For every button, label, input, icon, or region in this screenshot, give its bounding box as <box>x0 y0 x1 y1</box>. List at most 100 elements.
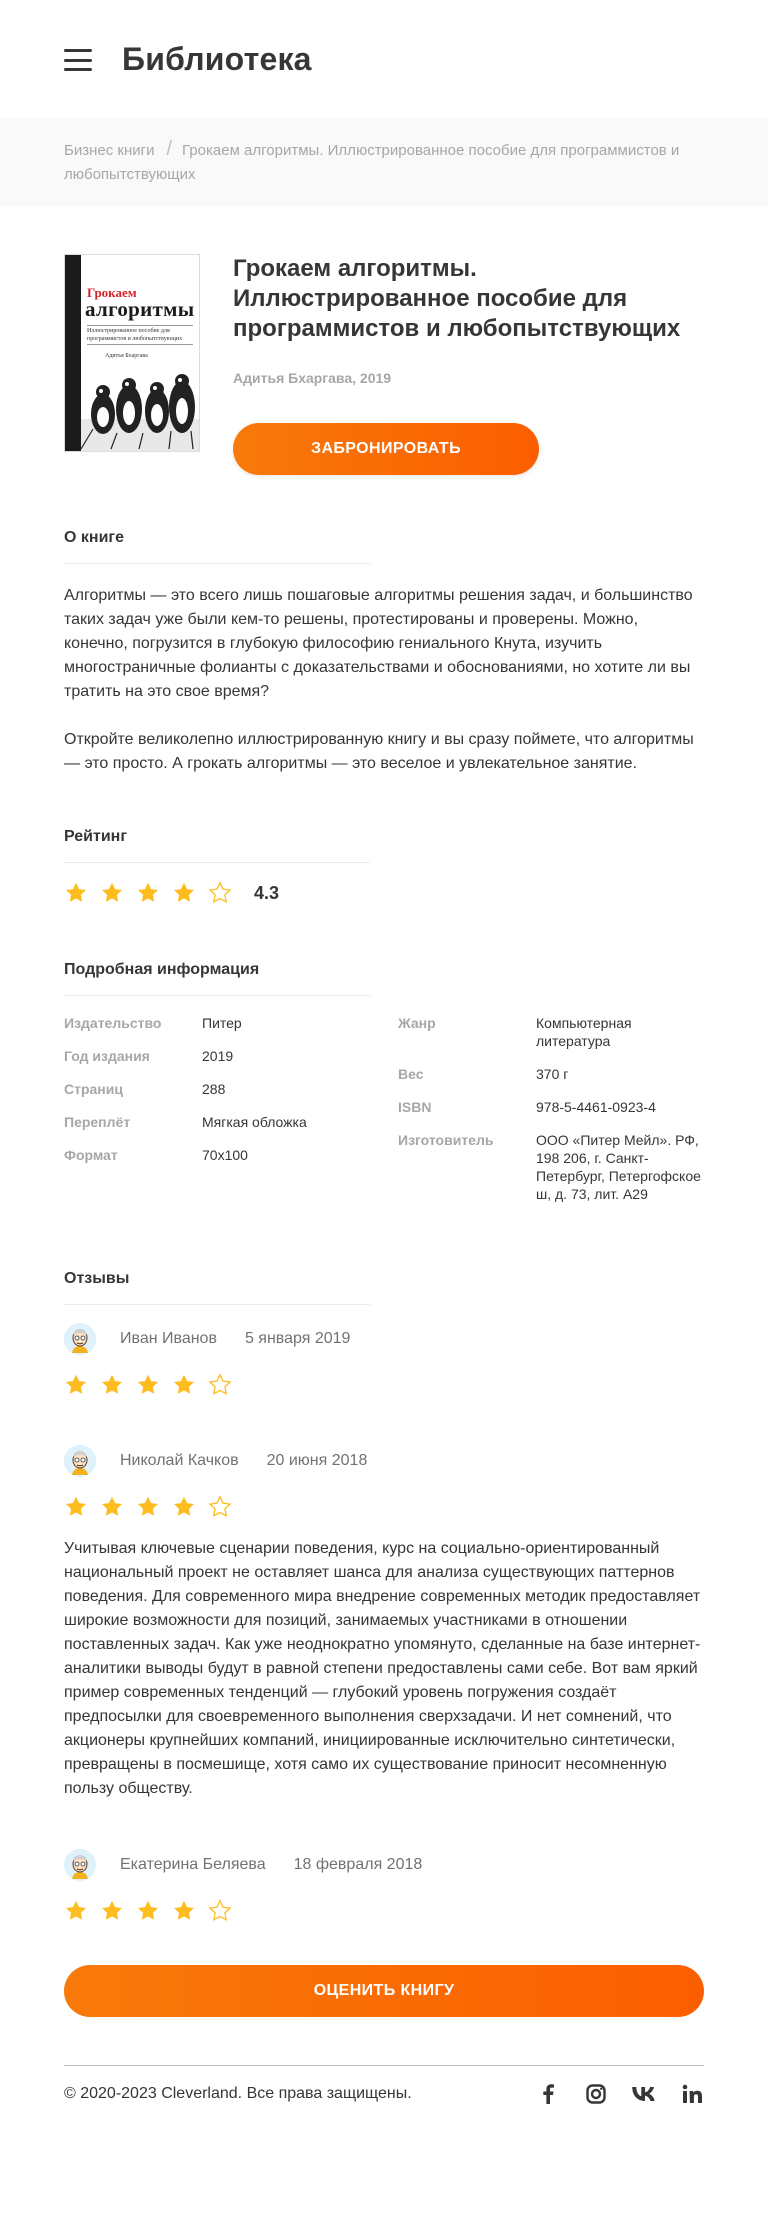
cover-subtitle: Иллюстрированное пособие для программист… <box>87 325 193 345</box>
detail-key: ISBN <box>398 1099 432 1115</box>
rating-title: Рейтинг <box>64 828 128 845</box>
book-author-year: Адитья Бхаргава, 2019 <box>233 370 392 386</box>
book-page: Библиотека Бизнес книги / Грокаем алгоритм… <box>0 0 768 2222</box>
detail-key: Формат <box>64 1147 118 1163</box>
user-face-icon <box>64 1323 96 1355</box>
review-date: 18 февраля 2018 <box>293 1856 423 1873</box>
detail-key: Страниц <box>64 1081 123 1097</box>
detail-row-isbn: ISBN 978-5-4461-0923-4 <box>398 1098 704 1116</box>
book-title: Грокаем алгоритмы. Иллюстрированное посо… <box>233 255 681 342</box>
review-header: Николай Качков 20 июня 2018 <box>64 1445 704 1477</box>
avatar <box>64 1323 96 1355</box>
review-text: Учитывая ключевые сценарии поведения, ку… <box>64 1540 701 1797</box>
details-left-column: Издательство Питер Год издания 2019 Страни… <box>64 1014 398 1218</box>
divider <box>64 995 370 996</box>
star-filled-icon <box>100 1899 124 1923</box>
reviews-section: Отзывы Иван Иванов 5 января 2019 Николай… <box>0 1270 768 1923</box>
detail-row-pages: Страниц 288 <box>64 1080 398 1098</box>
star-filled-icon <box>172 1899 196 1923</box>
detail-value: Компьютерная литература <box>536 1015 632 1049</box>
star-filled-icon <box>64 881 88 905</box>
star-filled-icon <box>100 881 124 905</box>
review-item: Иван Иванов 5 января 2019 <box>64 1323 704 1397</box>
review-author: Екатерина Беляева <box>120 1856 266 1873</box>
facebook-icon[interactable] <box>536 2082 560 2106</box>
detail-value: Мягкая обложка <box>202 1114 307 1130</box>
user-face-icon <box>64 1445 96 1477</box>
divider <box>64 563 370 564</box>
detail-key: Вес <box>398 1066 424 1082</box>
divider <box>64 862 370 863</box>
book-cover[interactable]: Грокаем алгоритмы Иллюстрированное пособ… <box>64 254 200 452</box>
review-author: Николай Качков <box>120 1452 239 1469</box>
review-stars <box>64 1495 704 1519</box>
about-paragraph: Алгоритмы — это всего лишь пошаговые алг… <box>64 587 693 700</box>
detail-key: Жанр <box>398 1015 436 1031</box>
star-filled-icon <box>64 1899 88 1923</box>
details-title: Подробная информация <box>64 961 260 978</box>
detail-key: Изготовитель <box>398 1132 494 1148</box>
about-title: О книге <box>64 529 124 546</box>
review-stars <box>64 1373 704 1397</box>
detail-row-format: Формат 70х100 <box>64 1146 398 1164</box>
star-filled-icon <box>136 1495 160 1519</box>
star-empty-icon <box>208 1899 232 1923</box>
detail-row-publisher: Издательство Питер <box>64 1014 398 1032</box>
detail-key: Переплёт <box>64 1114 131 1130</box>
detail-value: 978-5-4461-0923-4 <box>536 1099 656 1115</box>
detail-row-year: Год издания 2019 <box>64 1047 398 1065</box>
avatar <box>64 1445 96 1477</box>
user-face-icon <box>64 1849 96 1881</box>
avatar <box>64 1849 96 1881</box>
cover-spine <box>65 255 81 451</box>
divider <box>64 1304 370 1305</box>
cover-illustration <box>81 374 199 451</box>
star-filled-icon <box>172 881 196 905</box>
details-right-column: Жанр Компьютерная литература Вес 370 г ISB… <box>398 1014 704 1218</box>
review-stars <box>64 1899 704 1923</box>
detail-value: 2019 <box>202 1048 234 1064</box>
detail-value: 288 <box>202 1081 226 1097</box>
page-title: Библиотека <box>122 40 312 77</box>
rate-book-button[interactable]: ОЦЕНИТЬ КНИГУ <box>64 1965 704 2017</box>
detail-row-genre: Жанр Компьютерная литература <box>398 1014 704 1050</box>
review-header: Иван Иванов 5 января 2019 <box>64 1323 704 1355</box>
instagram-icon[interactable] <box>584 2082 608 2106</box>
vk-icon[interactable] <box>632 2082 656 2106</box>
rating-stars <box>64 881 244 905</box>
star-filled-icon <box>136 1373 160 1397</box>
rating-row: 4.3 <box>64 881 704 905</box>
detail-row-weight: Вес 370 г <box>398 1065 704 1083</box>
review-date: 20 июня 2018 <box>266 1452 368 1469</box>
star-empty-icon <box>208 881 232 905</box>
review-date: 5 января 2019 <box>244 1330 351 1347</box>
breadcrumb-category-link[interactable]: Бизнес книги <box>64 142 154 159</box>
reviews-title: Отзывы <box>64 1270 130 1287</box>
burger-menu-icon[interactable] <box>64 49 92 71</box>
detail-value: Питер <box>202 1015 242 1031</box>
review-header: Екатерина Беляева 18 февраля 2018 <box>64 1849 704 1881</box>
breadcrumb-current[interactable]: Грокаем алгоритмы. Иллюстрированное посо… <box>64 142 679 183</box>
star-filled-icon <box>64 1373 88 1397</box>
book-reserve-button[interactable]: ЗАБРОНИРОВАТЬ <box>233 423 539 475</box>
star-filled-icon <box>136 1899 160 1923</box>
breadcrumb: Бизнес книги / Грокаем алгоритмы. Иллюстри… <box>0 118 768 206</box>
copyright: © 2020-2023 Cleverland. Все права защище… <box>64 2085 412 2102</box>
breadcrumb-separator: / <box>166 138 173 160</box>
social-links <box>512 2082 704 2106</box>
star-empty-icon <box>208 1495 232 1519</box>
star-filled-icon <box>100 1495 124 1519</box>
rating-section: Рейтинг 4.3 <box>0 828 768 905</box>
details-section: Подробная информация Издательство Питер Г… <box>0 961 768 1218</box>
header: Библиотека <box>0 0 768 118</box>
detail-row-binding: Переплёт Мягкая обложка <box>64 1113 398 1131</box>
footer: © 2020-2023 Cleverland. Все права защище… <box>64 2065 704 2106</box>
star-filled-icon <box>100 1373 124 1397</box>
detail-key: Год издания <box>64 1048 150 1064</box>
linkedin-icon[interactable] <box>680 2082 704 2106</box>
review-author: Иван Иванов <box>120 1330 217 1347</box>
detail-key: Издательство <box>64 1015 162 1031</box>
star-filled-icon <box>64 1495 88 1519</box>
book-summary: Грокаем алгоритмы Иллюстрированное пособ… <box>0 206 768 475</box>
review-item: Николай Качков 20 июня 2018 Учитывая клю… <box>64 1445 704 1801</box>
